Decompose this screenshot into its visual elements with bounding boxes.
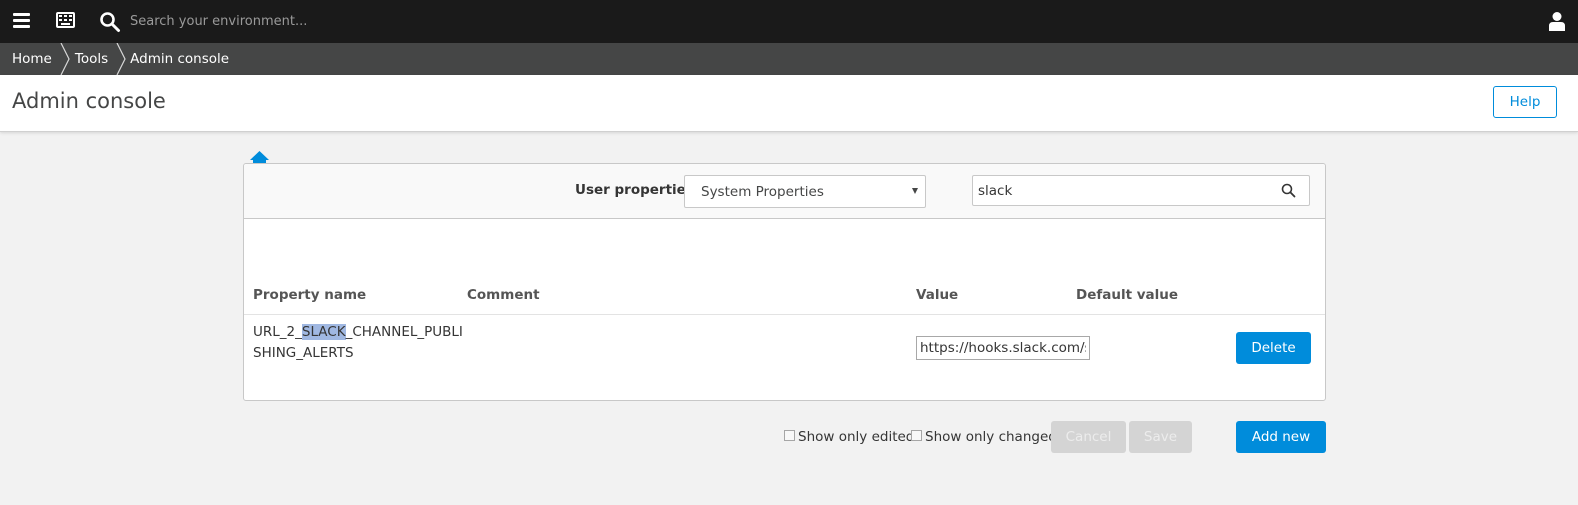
search-icon[interactable]	[99, 11, 121, 33]
checkbox-box[interactable]	[784, 429, 795, 441]
breadcrumb-label: Tools	[74, 51, 109, 67]
show-only-changed-checkbox[interactable]: Show only changed	[911, 429, 1057, 445]
cancel-button[interactable]: Cancel	[1051, 421, 1126, 453]
breadcrumb: Home Tools Admin console	[0, 43, 1578, 75]
page-header: Admin console Help	[0, 75, 1578, 132]
show-only-edited-checkbox[interactable]: Show only edited	[784, 429, 914, 445]
property-type-select[interactable]: System Properties	[684, 175, 926, 208]
property-filter-field[interactable]	[972, 175, 1310, 206]
keyboard-icon[interactable]	[56, 12, 75, 28]
user-icon[interactable]	[1548, 11, 1566, 31]
column-header-default-value: Default value	[1076, 287, 1179, 303]
breadcrumb-label: Admin console	[130, 51, 230, 67]
breadcrumb-tools[interactable]: Tools	[72, 43, 114, 75]
column-header-value: Value	[916, 287, 959, 303]
column-header-comment: Comment	[467, 287, 540, 303]
property-filter-input[interactable]	[978, 180, 1268, 201]
breadcrumb-separator-icon	[116, 43, 126, 75]
help-button[interactable]: Help	[1493, 86, 1557, 118]
breadcrumb-separator-icon	[60, 43, 70, 75]
property-name: URL_2_SLACK_CHANNEL_PUBLISHING_ALERTS	[253, 322, 463, 364]
save-button[interactable]: Save	[1129, 421, 1192, 453]
property-type-selected: System Properties	[701, 184, 824, 200]
show-only-edited-label: Show only edited	[798, 429, 915, 445]
filter-bar: User properties System Properties	[244, 164, 1325, 219]
column-header-property-name: Property name	[253, 287, 367, 303]
menu-icon[interactable]	[13, 13, 30, 28]
breadcrumb-admin-console[interactable]: Admin console	[128, 43, 229, 75]
breadcrumb-label: Home	[12, 51, 52, 67]
property-name-prefix: URL_2_	[253, 324, 302, 340]
add-new-button[interactable]: Add new	[1236, 421, 1326, 453]
properties-panel: User properties System Properties Proper…	[243, 163, 1326, 401]
user-properties-label: User properties	[575, 182, 694, 198]
search-match-highlight: SLACK	[301, 324, 346, 340]
top-navigation-bar	[0, 0, 1578, 43]
search-icon[interactable]	[1281, 183, 1296, 198]
page-title: Admin console	[12, 89, 166, 113]
delete-button[interactable]: Delete	[1236, 332, 1311, 364]
breadcrumb-home[interactable]: Home	[0, 43, 58, 75]
environment-search-input[interactable]	[130, 10, 730, 32]
show-only-changed-label: Show only changed	[925, 429, 1057, 445]
property-value-input[interactable]	[916, 336, 1090, 360]
dropdown-arrow-icon	[912, 188, 918, 194]
table-header-divider	[244, 314, 1325, 315]
checkbox-box[interactable]	[911, 429, 922, 441]
